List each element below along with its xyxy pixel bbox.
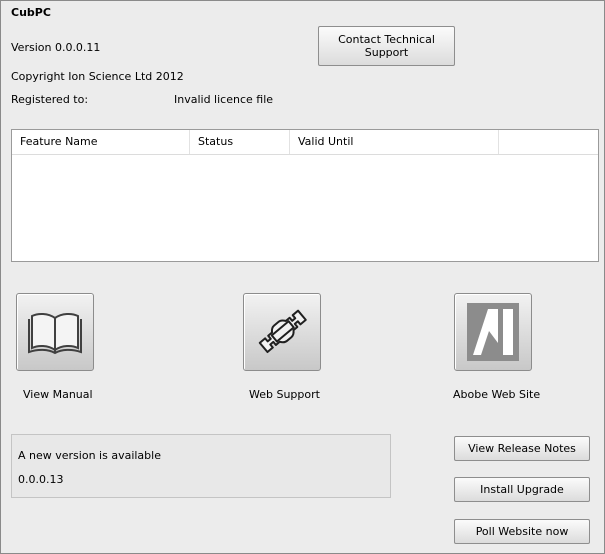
book-icon xyxy=(28,312,82,355)
table-header: Feature Name Status Valid Until xyxy=(12,130,598,155)
registered-label: Registered to: xyxy=(11,93,89,106)
view-release-notes-button[interactable]: View Release Notes xyxy=(454,436,590,461)
web-support-button[interactable] xyxy=(243,293,321,371)
features-table[interactable]: Feature Name Status Valid Until xyxy=(11,129,599,262)
web-support-label[interactable]: Web Support xyxy=(249,388,320,401)
view-manual-button[interactable] xyxy=(16,293,94,371)
column-header-feature-name[interactable]: Feature Name xyxy=(12,130,190,154)
adobe-web-site-button[interactable] xyxy=(454,293,532,371)
update-message: A new version is available xyxy=(18,449,161,462)
copyright-label: Copyright Ion Science Ltd 2012 xyxy=(11,70,184,83)
update-notice: A new version is available 0.0.0.13 xyxy=(11,434,391,498)
app-name: CubPC xyxy=(11,6,51,19)
column-header-empty[interactable] xyxy=(499,130,598,154)
poll-website-button[interactable]: Poll Website now xyxy=(454,519,590,544)
update-version: 0.0.0.13 xyxy=(18,473,64,486)
about-window: CubPC Version 0.0.0.11 Copyright Ion Sci… xyxy=(0,0,605,554)
column-header-status[interactable]: Status xyxy=(190,130,290,154)
registered-value: Invalid licence file xyxy=(174,93,274,106)
contact-support-button[interactable]: Contact Technical Support xyxy=(318,26,455,66)
install-upgrade-button[interactable]: Install Upgrade xyxy=(454,477,590,502)
column-header-valid-until[interactable]: Valid Until xyxy=(290,130,499,154)
version-label: Version 0.0.0.11 xyxy=(11,41,101,54)
view-manual-label[interactable]: View Manual xyxy=(23,388,93,401)
adobe-web-site-label[interactable]: Abobe Web Site xyxy=(453,388,540,401)
adobe-icon xyxy=(467,303,519,361)
wrench-icon xyxy=(258,309,307,354)
